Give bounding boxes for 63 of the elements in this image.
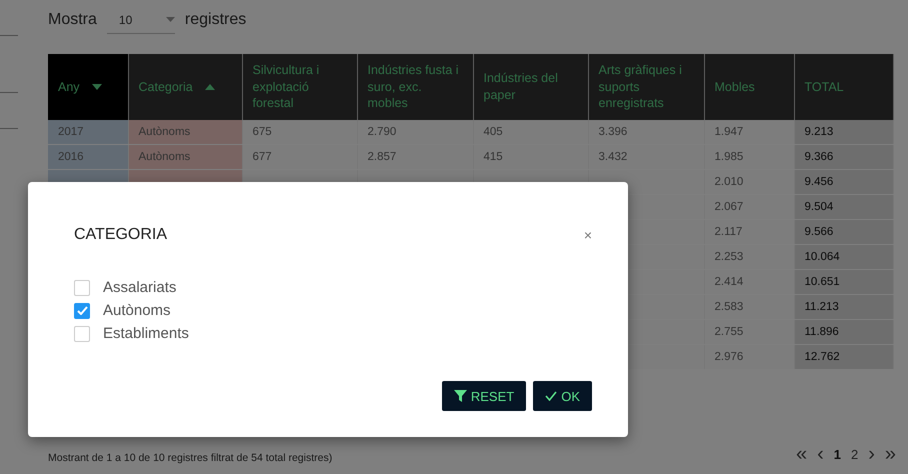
dialog-title: CATEGORIA	[74, 226, 168, 244]
first-page-button[interactable]: «	[794, 444, 810, 464]
option-label: Establiments	[103, 325, 189, 342]
table-cell: 405	[473, 120, 588, 144]
close-button[interactable]: ×	[584, 227, 592, 243]
page-button[interactable]: 2	[848, 448, 860, 460]
table-cell: 2.010	[704, 170, 794, 194]
table-cell: 1.985	[704, 144, 794, 170]
table-cell: 2017	[48, 120, 128, 144]
show-label: Mostra	[48, 11, 97, 29]
page-size-select[interactable]: 10	[106, 6, 175, 34]
table-cell: 11.213	[794, 294, 893, 320]
table-cell: 415	[473, 144, 588, 170]
table-cell: 2.067	[704, 194, 794, 220]
option-label: Autònoms	[103, 302, 171, 319]
table-cell: 2.583	[704, 294, 794, 320]
table-cell: 2.790	[357, 120, 473, 144]
table-cell: 9.213	[794, 120, 893, 144]
table-cell: 677	[242, 144, 357, 170]
table-cell: 3.396	[588, 120, 704, 144]
reset-button[interactable]: RESET	[442, 381, 526, 411]
filter-icon	[454, 390, 467, 402]
table-cell: 9.366	[794, 144, 893, 170]
checkbox[interactable]	[74, 302, 90, 318]
checkbox[interactable]	[74, 280, 90, 296]
table-cell: Autònoms	[128, 120, 242, 144]
table-cell: 11.896	[794, 320, 893, 344]
table-cell: 9.456	[794, 170, 893, 194]
checkbox[interactable]	[74, 326, 90, 342]
records-info: Mostrant de 1 a 10 de 10 registres filtrat de 54 total registres)	[48, 452, 332, 464]
table-cell: 9.504	[794, 194, 893, 220]
table-cell: 2.976	[704, 344, 794, 370]
column-header[interactable]: Mobles	[704, 54, 794, 120]
table-cell: 10.064	[794, 244, 893, 270]
table-cell: 2.253	[704, 244, 794, 270]
caret-icon	[166, 17, 175, 22]
ok-button[interactable]: OK	[533, 381, 592, 411]
column-header[interactable]: Categoria	[128, 54, 242, 120]
column-header[interactable]: Any	[48, 54, 128, 120]
table-cell: 10.651	[794, 270, 893, 294]
option-label: Assalariats	[103, 279, 176, 296]
table-cell: 9.566	[794, 220, 893, 244]
table-cell: 1.947	[704, 120, 794, 144]
column-header[interactable]: Indústries fusta i suro, exc. mobles	[357, 54, 473, 120]
table-cell: 2.117	[704, 220, 794, 244]
page-button[interactable]: 1	[832, 448, 843, 460]
last-page-button[interactable]: »	[882, 444, 898, 464]
table-cell: 2016	[48, 144, 128, 170]
next-page-button[interactable]: ›	[866, 444, 877, 464]
records-label: registres	[184, 11, 246, 29]
previous-page-button[interactable]: ‹	[815, 444, 826, 464]
table-cell: 3.432	[588, 144, 704, 170]
table-cell: 675	[242, 120, 357, 144]
table-cell: 2.755	[704, 320, 794, 344]
table-cell: 2.857	[357, 144, 473, 170]
column-header[interactable]: Arts gràfiques i suports enregistrats	[588, 54, 704, 120]
table-cell: Autònoms	[128, 144, 242, 170]
column-header[interactable]: Silvicultura i explotació forestal	[242, 54, 357, 120]
table-cell: 2.414	[704, 270, 794, 294]
table-cell: 12.762	[794, 344, 893, 370]
check-icon	[545, 391, 558, 401]
column-header[interactable]: TOTAL	[794, 54, 893, 120]
column-header[interactable]: Indústries del paper	[473, 54, 588, 120]
